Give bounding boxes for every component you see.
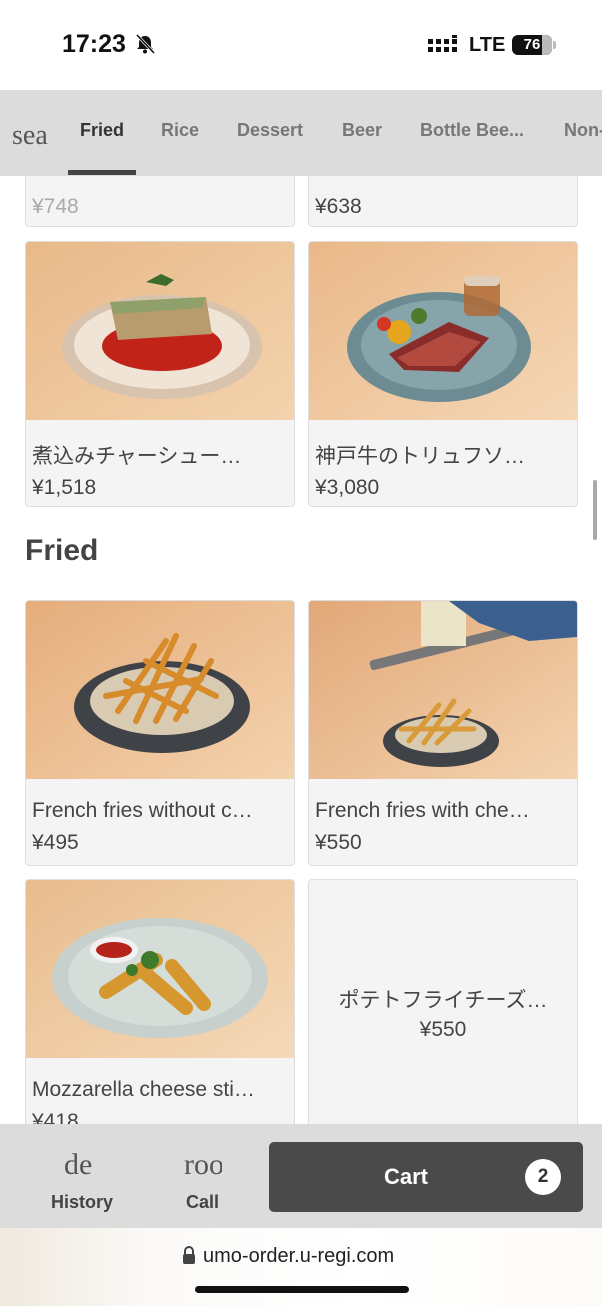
menu-card[interactable]: ¥748 (25, 176, 295, 227)
bottom-action-bar: de History roo Call Cart 2 (0, 1124, 602, 1228)
item-name: French fries with che… (315, 799, 530, 822)
french-fries-plain-image (26, 601, 294, 779)
item-price: ¥418 (32, 1110, 79, 1124)
browser-url-bar[interactable]: umo-order.u-regi.com (0, 1228, 602, 1306)
bell-muted-icon (135, 33, 156, 55)
network-label: LTE (469, 34, 506, 56)
kobe-beef-image (309, 242, 577, 420)
item-price: ¥550 (419, 1018, 467, 1041)
braised-pork-image (26, 242, 294, 420)
call-button[interactable]: Call (186, 1192, 219, 1213)
menu-card[interactable]: 神戸牛のトリュフソ… ¥3,080 (308, 241, 578, 507)
tab-bottle-beer[interactable]: Bottle Bee... (420, 120, 524, 141)
item-price: ¥748 (32, 195, 79, 218)
menu-card[interactable]: 煮込みチャーシュー… ¥1,518 (25, 241, 295, 507)
category-tab-bar: sea Fried Rice Dessert Beer Bottle Bee..… (0, 90, 602, 176)
cart-button[interactable]: Cart 2 (269, 1142, 583, 1212)
lock-icon (183, 1246, 195, 1264)
section-title-fried: Fried (25, 534, 99, 567)
mozzarella-sticks-image (26, 880, 294, 1058)
item-name: 煮込みチャーシュー… (32, 445, 242, 468)
menu-card[interactable]: ポテトフライチーズ… ¥550 (308, 879, 578, 1124)
history-icon[interactable]: de (64, 1148, 102, 1182)
item-name: 神戸牛のトリュフソ… (315, 445, 525, 468)
menu-card[interactable]: French fries with che… ¥550 (308, 600, 578, 866)
item-price: ¥495 (32, 831, 79, 854)
menu-content[interactable]: ¥748 ¥638 煮込みチャーシュー… ¥1,518 神戸牛のトリュフソ… ¥… (0, 176, 602, 1124)
battery-level: 76 (523, 36, 541, 53)
tab-fried[interactable]: Fried (80, 120, 124, 141)
item-price: ¥550 (315, 831, 362, 854)
item-name: ポテトフライチーズ… (338, 989, 548, 1012)
search-icon[interactable]: sea (12, 120, 50, 152)
signal-icon (428, 35, 457, 52)
home-indicator[interactable] (195, 1286, 409, 1293)
scrollbar[interactable] (593, 480, 597, 540)
tab-non-alcohol[interactable]: Non- (564, 120, 602, 141)
history-button[interactable]: History (51, 1192, 113, 1213)
item-price: ¥1,518 (32, 476, 97, 499)
call-staff-icon[interactable]: roo (184, 1148, 222, 1182)
tab-dessert[interactable]: Dessert (237, 120, 303, 141)
battery-icon: 76 (512, 35, 552, 55)
status-time: 17:23 (62, 30, 126, 58)
item-name: Mozzarella cheese sti… (32, 1078, 255, 1101)
item-price: ¥638 (315, 195, 362, 218)
menu-card[interactable]: Mozzarella cheese sti… ¥418 (25, 879, 295, 1124)
french-fries-cheese-image (309, 601, 577, 779)
status-bar: 17:23 LTE 76 (0, 0, 602, 90)
menu-card[interactable]: ¥638 (308, 176, 578, 227)
menu-card[interactable]: French fries without c… ¥495 (25, 600, 295, 866)
active-tab-underline (68, 170, 136, 175)
tab-rice[interactable]: Rice (161, 120, 199, 141)
battery-tip (553, 41, 556, 49)
item-name: French fries without c… (32, 799, 253, 822)
cart-label: Cart (383, 1164, 428, 1189)
cart-count-badge: 2 (525, 1159, 561, 1195)
item-price: ¥3,080 (315, 476, 380, 499)
url-text: umo-order.u-regi.com (203, 1245, 395, 1267)
tab-beer[interactable]: Beer (342, 120, 382, 141)
